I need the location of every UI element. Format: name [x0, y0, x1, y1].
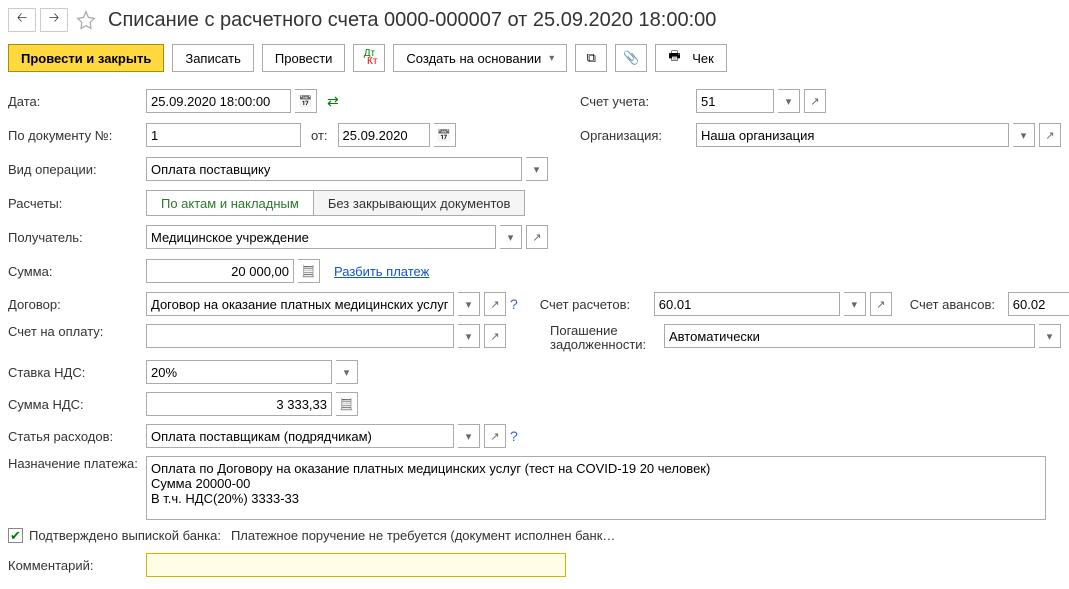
expense-open-button[interactable] — [484, 424, 506, 448]
doc-from-label: от: — [311, 128, 328, 143]
expense-input[interactable] — [146, 424, 454, 448]
sum-calc-button[interactable] — [298, 259, 320, 283]
sum-input[interactable] — [146, 259, 294, 283]
purpose-label: Назначение платежа: — [8, 456, 146, 471]
organization-dropdown-button[interactable]: ▾ — [1013, 123, 1035, 147]
nav-back-button[interactable]: 🡠 — [8, 8, 36, 32]
operation-type-label: Вид операции: — [8, 162, 146, 177]
vat-sum-calc-button[interactable] — [336, 392, 358, 416]
structure-button[interactable]: ⧉ — [575, 44, 607, 72]
structure-icon: ⧉ — [587, 50, 596, 66]
attachment-button[interactable]: 📎 — [615, 44, 647, 72]
recipient-label: Получатель: — [8, 230, 146, 245]
doc-num-input[interactable] — [146, 123, 301, 147]
date-input[interactable] — [146, 89, 291, 113]
contract-dropdown-button[interactable]: ▾ — [458, 292, 480, 316]
confirmed-checkbox[interactable]: ✔ — [8, 528, 23, 543]
contract-input[interactable] — [146, 292, 454, 316]
calc-no-docs-option[interactable]: Без закрывающих документов — [314, 190, 526, 216]
vat-sum-input[interactable] — [146, 392, 332, 416]
confirmed-label: Подтверждено выпиской банка: — [29, 528, 221, 543]
debt-dropdown-button[interactable]: ▾ — [1039, 324, 1061, 348]
account-input[interactable] — [696, 89, 774, 113]
confirmed-text: Платежное поручение не требуется (докуме… — [231, 528, 615, 543]
favorite-star-icon[interactable] — [76, 10, 96, 30]
vat-sum-label: Сумма НДС: — [8, 397, 146, 412]
calc-account-label: Счет расчетов: — [540, 297, 654, 312]
expense-label: Статья расходов: — [8, 429, 146, 444]
post-and-close-button[interactable]: Провести и закрыть — [8, 44, 164, 72]
recipient-dropdown-button[interactable]: ▾ — [500, 225, 522, 249]
vat-rate-dropdown-button[interactable]: ▾ — [336, 360, 358, 384]
nav-forward-button[interactable]: 🡢 — [40, 8, 68, 32]
date-calendar-button[interactable] — [295, 89, 317, 113]
expense-help-icon[interactable]: ? — [510, 428, 518, 444]
operation-type-dropdown-button[interactable]: ▾ — [526, 157, 548, 181]
organization-open-button[interactable] — [1039, 123, 1061, 147]
vat-rate-input[interactable] — [146, 360, 332, 384]
paperclip-icon: 📎 — [623, 50, 639, 66]
recipient-open-button[interactable] — [526, 225, 548, 249]
advance-account-input[interactable] — [1008, 292, 1069, 316]
contract-label: Договор: — [8, 297, 146, 312]
date-label: Дата: — [8, 94, 146, 109]
operation-type-input[interactable] — [146, 157, 522, 181]
invoice-open-button[interactable] — [484, 324, 506, 348]
account-open-button[interactable] — [804, 89, 826, 113]
calculations-label: Расчеты: — [8, 196, 146, 211]
post-button[interactable]: Провести — [262, 44, 346, 72]
expense-dropdown-button[interactable]: ▾ — [458, 424, 480, 448]
invoice-input[interactable] — [146, 324, 454, 348]
calc-account-dropdown-button[interactable]: ▾ — [844, 292, 866, 316]
organization-label: Организация: — [580, 128, 696, 143]
create-based-on-button[interactable]: Создать на основании — [393, 44, 567, 72]
organization-input[interactable] — [696, 123, 1009, 147]
doc-num-label: По документу №: — [8, 128, 146, 143]
contract-open-button[interactable] — [484, 292, 506, 316]
printer-icon: 🖶 — [668, 47, 680, 69]
vat-rate-label: Ставка НДС: — [8, 365, 146, 380]
debt-label: Погашение задолженности: — [550, 324, 664, 352]
advance-account-label: Счет авансов: — [910, 297, 1008, 312]
debt-input[interactable] — [664, 324, 1035, 348]
comment-input[interactable] — [146, 553, 566, 577]
calc-account-open-button[interactable] — [870, 292, 892, 316]
dtkt-icon: Дт Кт — [361, 50, 377, 66]
page-title: Списание с расчетного счета 0000-000007 … — [108, 9, 716, 32]
account-label: Счет учета: — [580, 94, 696, 109]
account-dropdown-button[interactable]: ▾ — [778, 89, 800, 113]
purpose-textarea[interactable] — [146, 456, 1046, 520]
doc-date-calendar-button[interactable] — [434, 123, 456, 147]
invoice-dropdown-button[interactable]: ▾ — [458, 324, 480, 348]
comment-label: Комментарий: — [8, 558, 146, 573]
receipt-button[interactable]: 🖶 Чек — [655, 44, 727, 72]
doc-date-input[interactable] — [338, 123, 430, 147]
recipient-input[interactable] — [146, 225, 496, 249]
split-payment-link[interactable]: Разбить платеж — [334, 264, 429, 279]
dtkt-button[interactable]: Дт Кт — [353, 44, 385, 72]
contract-help-icon[interactable]: ? — [510, 296, 518, 312]
save-button[interactable]: Записать — [172, 44, 254, 72]
sum-label: Сумма: — [8, 264, 146, 279]
invoice-label: Счет на оплату: — [8, 324, 146, 339]
calc-account-input[interactable] — [654, 292, 840, 316]
date-open-icon[interactable]: ⇄ — [327, 93, 339, 110]
calc-by-acts-option[interactable]: По актам и накладным — [146, 190, 314, 216]
